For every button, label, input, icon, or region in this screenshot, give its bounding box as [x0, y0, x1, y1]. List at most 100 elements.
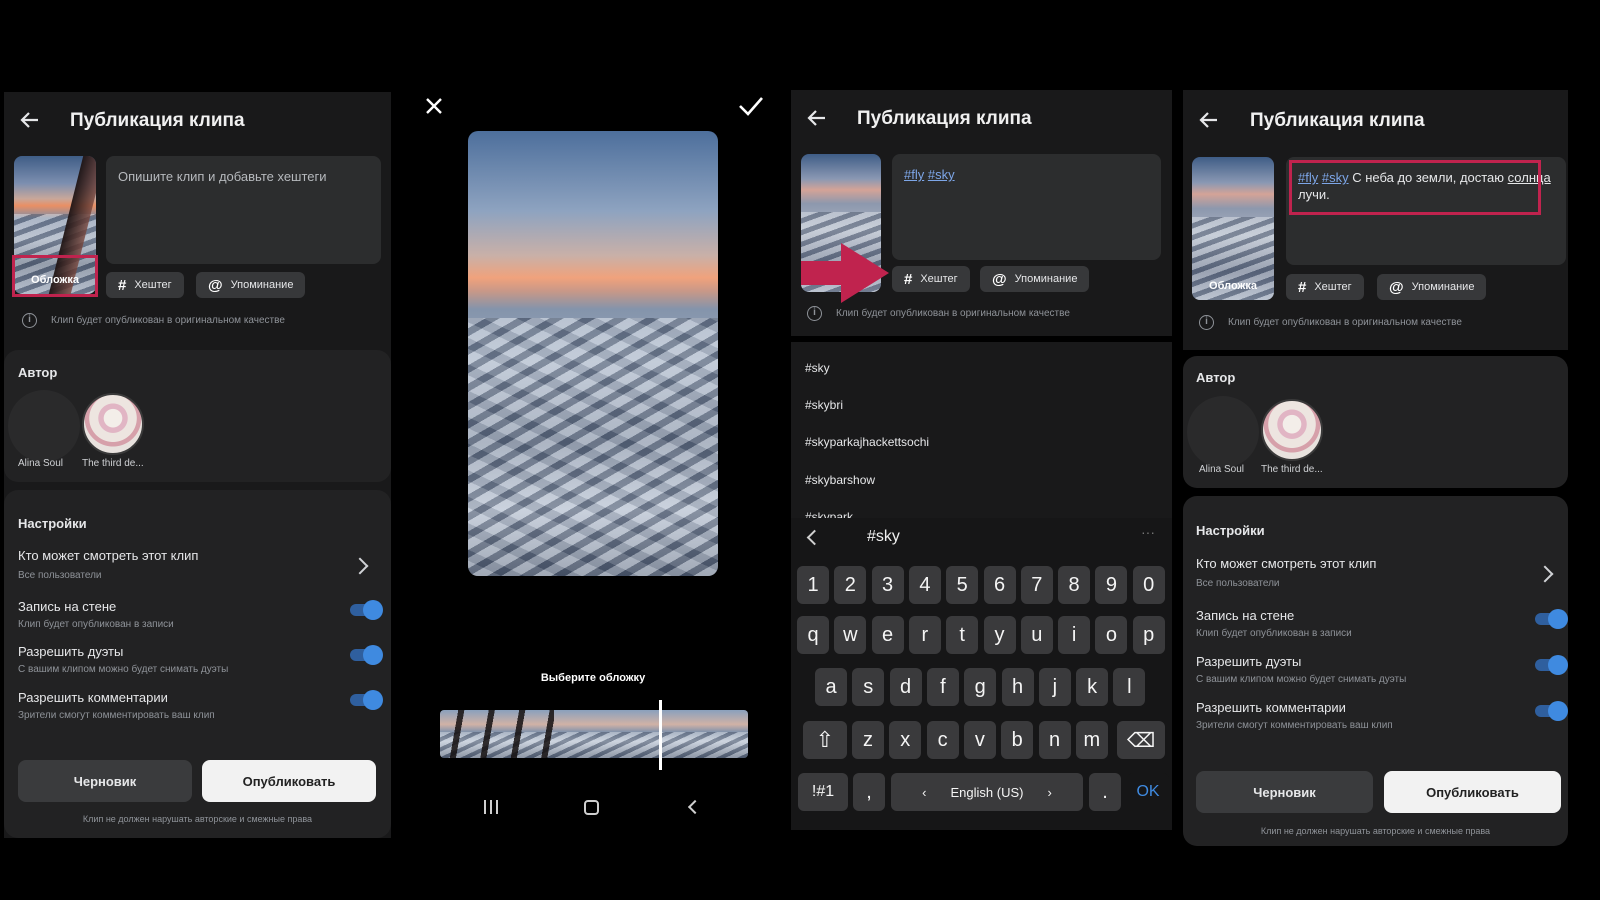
avatar-alina[interactable] [1187, 396, 1259, 468]
at-icon: @ [1389, 278, 1404, 296]
recents-icon[interactable] [484, 800, 498, 814]
mention-chip[interactable]: @ Упоминание [1377, 274, 1487, 300]
who-can-watch[interactable]: Кто может смотреть этот клип [1196, 556, 1376, 571]
hashtag-chip[interactable]: # Хештег [892, 266, 970, 292]
key-v[interactable]: v [963, 721, 996, 759]
key-9[interactable]: 9 [1095, 566, 1128, 604]
key-5[interactable]: 5 [946, 566, 979, 604]
avatar-alina[interactable] [8, 390, 80, 462]
at-icon: @ [208, 276, 223, 294]
list-item[interactable]: #skyparkajhackettsochi [805, 435, 929, 449]
description-highlight [1289, 160, 1541, 215]
back-arrow-icon[interactable] [805, 106, 829, 130]
publish-button[interactable]: Опубликовать [202, 760, 376, 802]
hashtag-chip[interactable]: # Хештег [1286, 274, 1364, 300]
duets-toggle[interactable] [1535, 655, 1568, 675]
key-m[interactable]: m [1075, 721, 1108, 759]
key-r[interactable]: r [908, 616, 941, 654]
key-z[interactable]: z [852, 721, 884, 759]
key-a[interactable]: a [815, 668, 847, 706]
key-6[interactable]: 6 [983, 566, 1016, 604]
key-e[interactable]: e [871, 616, 904, 654]
key-x[interactable]: x [889, 721, 922, 759]
backspace-icon[interactable]: ⌫ [1117, 721, 1165, 759]
home-icon[interactable] [584, 800, 599, 815]
draft-button[interactable]: Черновик [18, 760, 192, 802]
mention-chip[interactable]: @ Упоминание [980, 266, 1090, 292]
list-item[interactable]: #skybarshow [805, 473, 875, 487]
key-p[interactable]: p [1132, 616, 1165, 654]
comma-key[interactable]: , [853, 773, 885, 811]
more-icon[interactable]: ··· [1141, 524, 1155, 540]
list-item[interactable]: #sky [805, 361, 830, 375]
key-t[interactable]: t [946, 616, 979, 654]
shift-icon[interactable]: ⇧ [803, 721, 847, 759]
key-f[interactable]: f [926, 668, 959, 706]
chevron-right-icon[interactable] [1536, 565, 1554, 583]
frame-strip[interactable] [440, 710, 748, 758]
period-key[interactable]: . [1089, 773, 1121, 811]
quality-note: i Клип будет опубликован в оригинальном к… [1199, 315, 1462, 330]
key-u[interactable]: u [1020, 616, 1053, 654]
info-icon: i [22, 313, 37, 328]
key-c[interactable]: c [926, 721, 959, 759]
ok-key[interactable]: OK [1127, 773, 1169, 811]
cover-thumbnail[interactable]: Обложка [1192, 157, 1274, 300]
key-j[interactable]: j [1038, 668, 1071, 706]
key-7[interactable]: 7 [1020, 566, 1053, 604]
draft-button[interactable]: Черновик [1196, 771, 1373, 813]
key-o[interactable]: o [1095, 616, 1128, 654]
symbols-key[interactable]: !#1 [798, 773, 848, 811]
kb-back-icon[interactable] [806, 529, 823, 546]
cover-preview [468, 131, 718, 576]
key-3[interactable]: 3 [871, 566, 904, 604]
comments-toggle[interactable] [1535, 701, 1568, 721]
nav-back-icon[interactable] [687, 799, 703, 815]
avatar-third[interactable] [82, 393, 144, 455]
author-card: Автор Alina Soul The third de... [4, 350, 391, 482]
author-name: The third de... [82, 458, 144, 469]
quality-note: i Клип будет опубликован в оригинальном к… [22, 313, 285, 328]
wall-post-toggle[interactable] [350, 600, 383, 620]
key-0[interactable]: 0 [1132, 566, 1165, 604]
duets-toggle[interactable] [350, 645, 383, 665]
key-b[interactable]: b [1001, 721, 1034, 759]
publish-button[interactable]: Опубликовать [1384, 771, 1561, 813]
chevron-right-icon[interactable] [351, 557, 369, 575]
page-title: Публикация клипа [70, 110, 245, 131]
wall-post-toggle[interactable] [1535, 609, 1568, 629]
cover-highlight [12, 255, 98, 297]
check-icon[interactable] [738, 95, 764, 117]
back-arrow-icon[interactable] [18, 108, 42, 132]
key-h[interactable]: h [1001, 668, 1034, 706]
comments-toggle[interactable] [350, 690, 383, 710]
hashtag-chip[interactable]: # Хештег [106, 272, 184, 298]
list-item[interactable]: #skypark [805, 510, 853, 518]
key-l[interactable]: l [1113, 668, 1146, 706]
quality-note: i Клип будет опубликован в оригинальном к… [807, 306, 1070, 321]
description-input[interactable]: #fly #sky [892, 154, 1161, 260]
who-can-watch[interactable]: Кто может смотреть этот клип [18, 548, 198, 563]
key-q[interactable]: q [797, 616, 829, 654]
list-item[interactable]: #skybri [805, 398, 843, 412]
key-d[interactable]: d [889, 668, 922, 706]
publish-panel-3: Публикация клипа #fly #sky # Хештег @ Упом… [791, 90, 1172, 830]
back-arrow-icon[interactable] [1197, 108, 1221, 132]
key-i[interactable]: i [1058, 616, 1091, 654]
key-n[interactable]: n [1038, 721, 1071, 759]
key-s[interactable]: s [852, 668, 885, 706]
key-2[interactable]: 2 [834, 566, 867, 604]
description-input[interactable]: Опишите клип и добавьте хештеги [106, 156, 381, 264]
key-k[interactable]: k [1076, 668, 1109, 706]
frame-handle[interactable] [659, 700, 662, 770]
mention-chip[interactable]: @ Упоминание [196, 272, 306, 298]
key-8[interactable]: 8 [1058, 566, 1091, 604]
key-y[interactable]: y [983, 616, 1016, 654]
avatar-third[interactable] [1261, 399, 1323, 461]
close-icon[interactable] [424, 96, 444, 116]
key-4[interactable]: 4 [908, 566, 941, 604]
key-g[interactable]: g [964, 668, 997, 706]
spacebar-language[interactable]: ‹ English (US) › [891, 773, 1083, 811]
key-1[interactable]: 1 [797, 566, 829, 604]
key-w[interactable]: w [834, 616, 867, 654]
